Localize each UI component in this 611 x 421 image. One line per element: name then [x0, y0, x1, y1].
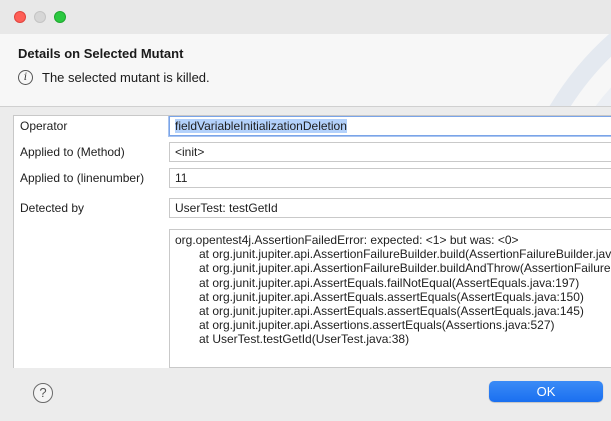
mutant-details-dialog: Details on Selected Mutant i The selecte…: [0, 0, 611, 421]
dialog-title: Details on Selected Mutant: [18, 46, 184, 61]
trace-line: at org.junit.jupiter.api.AssertEquals.as…: [199, 304, 584, 319]
detected-by-field[interactable]: UserTest: testGetId: [169, 198, 611, 218]
maximize-window-button[interactable]: [54, 11, 66, 23]
detected-by-label: Detected by: [20, 201, 85, 215]
linenumber-value: 11: [175, 171, 188, 185]
trace-line: at org.junit.jupiter.api.Assertions.asse…: [199, 318, 555, 333]
header-decoration: [549, 34, 611, 106]
info-icon: i: [18, 70, 33, 85]
trace-line: at org.junit.jupiter.api.AssertionFailur…: [199, 261, 611, 276]
operator-label: Operator: [20, 119, 68, 133]
method-field[interactable]: <init>: [169, 142, 611, 162]
help-button[interactable]: ?: [33, 383, 53, 403]
method-label: Applied to (Method): [20, 145, 125, 159]
trace-line: at org.junit.jupiter.api.AssertEquals.fa…: [199, 275, 580, 290]
linenumber-label: Applied to (linenumber): [20, 171, 145, 185]
detected-by-value: UserTest: testGetId: [175, 201, 278, 215]
question-mark-icon: ?: [39, 385, 47, 400]
trace-line: at org.junit.jupiter.api.AssertionFailur…: [199, 247, 611, 262]
dialog-header: Details on Selected Mutant i The selecte…: [0, 34, 611, 107]
ok-button[interactable]: OK: [489, 381, 603, 402]
trace-line: org.opentest4j.AssertionFailedError: exp…: [175, 233, 519, 247]
operator-field[interactable]: fieldVariableInitializationDeletion: [169, 116, 611, 136]
trace-line: at org.junit.jupiter.api.AssertEquals.as…: [199, 289, 584, 304]
linenumber-field[interactable]: 11: [169, 168, 611, 188]
close-window-button[interactable]: [14, 11, 26, 23]
details-panel: Operator fieldVariableInitializationDele…: [13, 115, 611, 368]
minimize-window-button[interactable]: [34, 11, 46, 23]
title-bar: [0, 0, 611, 34]
operator-value: fieldVariableInitializationDeletion: [175, 119, 347, 133]
trace-line: at UserTest.testGetId(UserTest.java:38): [199, 332, 410, 347]
status-message: i The selected mutant is killed.: [18, 70, 210, 85]
method-value: <init>: [175, 145, 205, 159]
stack-trace-textarea[interactable]: org.opentest4j.AssertionFailedError: exp…: [169, 229, 611, 368]
status-message-text: The selected mutant is killed.: [42, 70, 210, 85]
